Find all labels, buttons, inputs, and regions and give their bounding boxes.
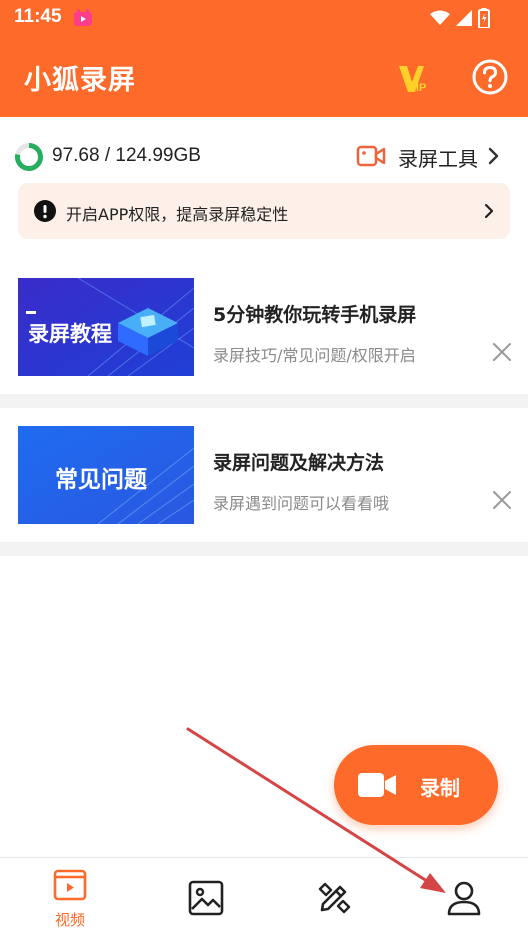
status-icons xyxy=(430,8,490,32)
alert-icon xyxy=(34,200,56,222)
status-bar: 11:45 xyxy=(0,0,528,36)
wifi-icon xyxy=(430,10,450,30)
tutorial-card[interactable]: 录屏教程 5分钟教你玩转手机录屏 录屏技巧/常见问题/权限开启 xyxy=(0,258,528,394)
svg-text:IP: IP xyxy=(416,82,426,94)
chevron-right-icon xyxy=(488,147,500,169)
app-title: 小狐录屏 xyxy=(24,65,136,96)
faq-card[interactable]: 常见问题 录屏问题及解决方法 录屏遇到问题可以看看哦 xyxy=(0,408,528,542)
video-camera-icon xyxy=(358,773,396,801)
gallery-icon xyxy=(188,880,224,920)
faq-card-subtitle: 录屏遇到问题可以看看哦 xyxy=(213,494,390,513)
chevron-right-icon xyxy=(484,203,494,223)
tutorial-card-title: 5分钟教你玩转手机录屏 xyxy=(213,304,417,326)
faq-card-title: 录屏问题及解决方法 xyxy=(213,452,385,474)
permission-banner-text: 开启APP权限，提高录屏稳定性 xyxy=(66,205,289,224)
battery-icon xyxy=(478,8,490,32)
profile-icon xyxy=(446,880,482,920)
storage-text: 97.68 / 124.99GB xyxy=(52,145,201,166)
vip-icon[interactable]: IP xyxy=(396,60,432,96)
video-camera-icon xyxy=(356,144,386,172)
permission-banner[interactable]: 开启APP权限，提高录屏稳定性 xyxy=(18,183,510,239)
bottom-navigation: 视频 xyxy=(0,857,528,939)
tools-label: 录屏工具 xyxy=(398,147,478,171)
nav-item-video[interactable]: 视频 xyxy=(4,858,136,939)
tutorial-thumbnail-text: 录屏教程 xyxy=(28,322,112,346)
screen-record-tools-link[interactable]: 录屏工具 xyxy=(356,143,500,172)
faq-thumbnail-text: 常见问题 xyxy=(55,467,147,493)
storage-usage-ring xyxy=(14,142,44,172)
edit-tools-icon xyxy=(316,880,352,920)
app-header: 11:45 小狐录屏 IP xyxy=(0,0,528,117)
notification-app-icon xyxy=(73,8,93,27)
record-button-label: 录制 xyxy=(420,776,460,800)
tutorial-thumbnail: 录屏教程 xyxy=(18,278,194,376)
close-icon[interactable] xyxy=(492,490,512,510)
nav-item-tools[interactable] xyxy=(268,858,400,939)
section-divider xyxy=(0,542,528,556)
nav-item-gallery[interactable] xyxy=(140,858,272,939)
signal-icon xyxy=(456,10,472,30)
section-divider xyxy=(0,394,528,408)
nav-item-profile[interactable] xyxy=(398,858,528,939)
record-button[interactable]: 录制 xyxy=(334,745,498,825)
video-icon xyxy=(53,868,87,906)
status-time: 11:45 xyxy=(14,6,62,27)
help-icon[interactable] xyxy=(472,59,508,95)
close-icon[interactable] xyxy=(492,342,512,362)
nav-label-video: 视频 xyxy=(54,911,85,929)
faq-thumbnail: 常见问题 xyxy=(18,426,194,524)
tutorial-card-subtitle: 录屏技巧/常见问题/权限开启 xyxy=(213,346,416,365)
